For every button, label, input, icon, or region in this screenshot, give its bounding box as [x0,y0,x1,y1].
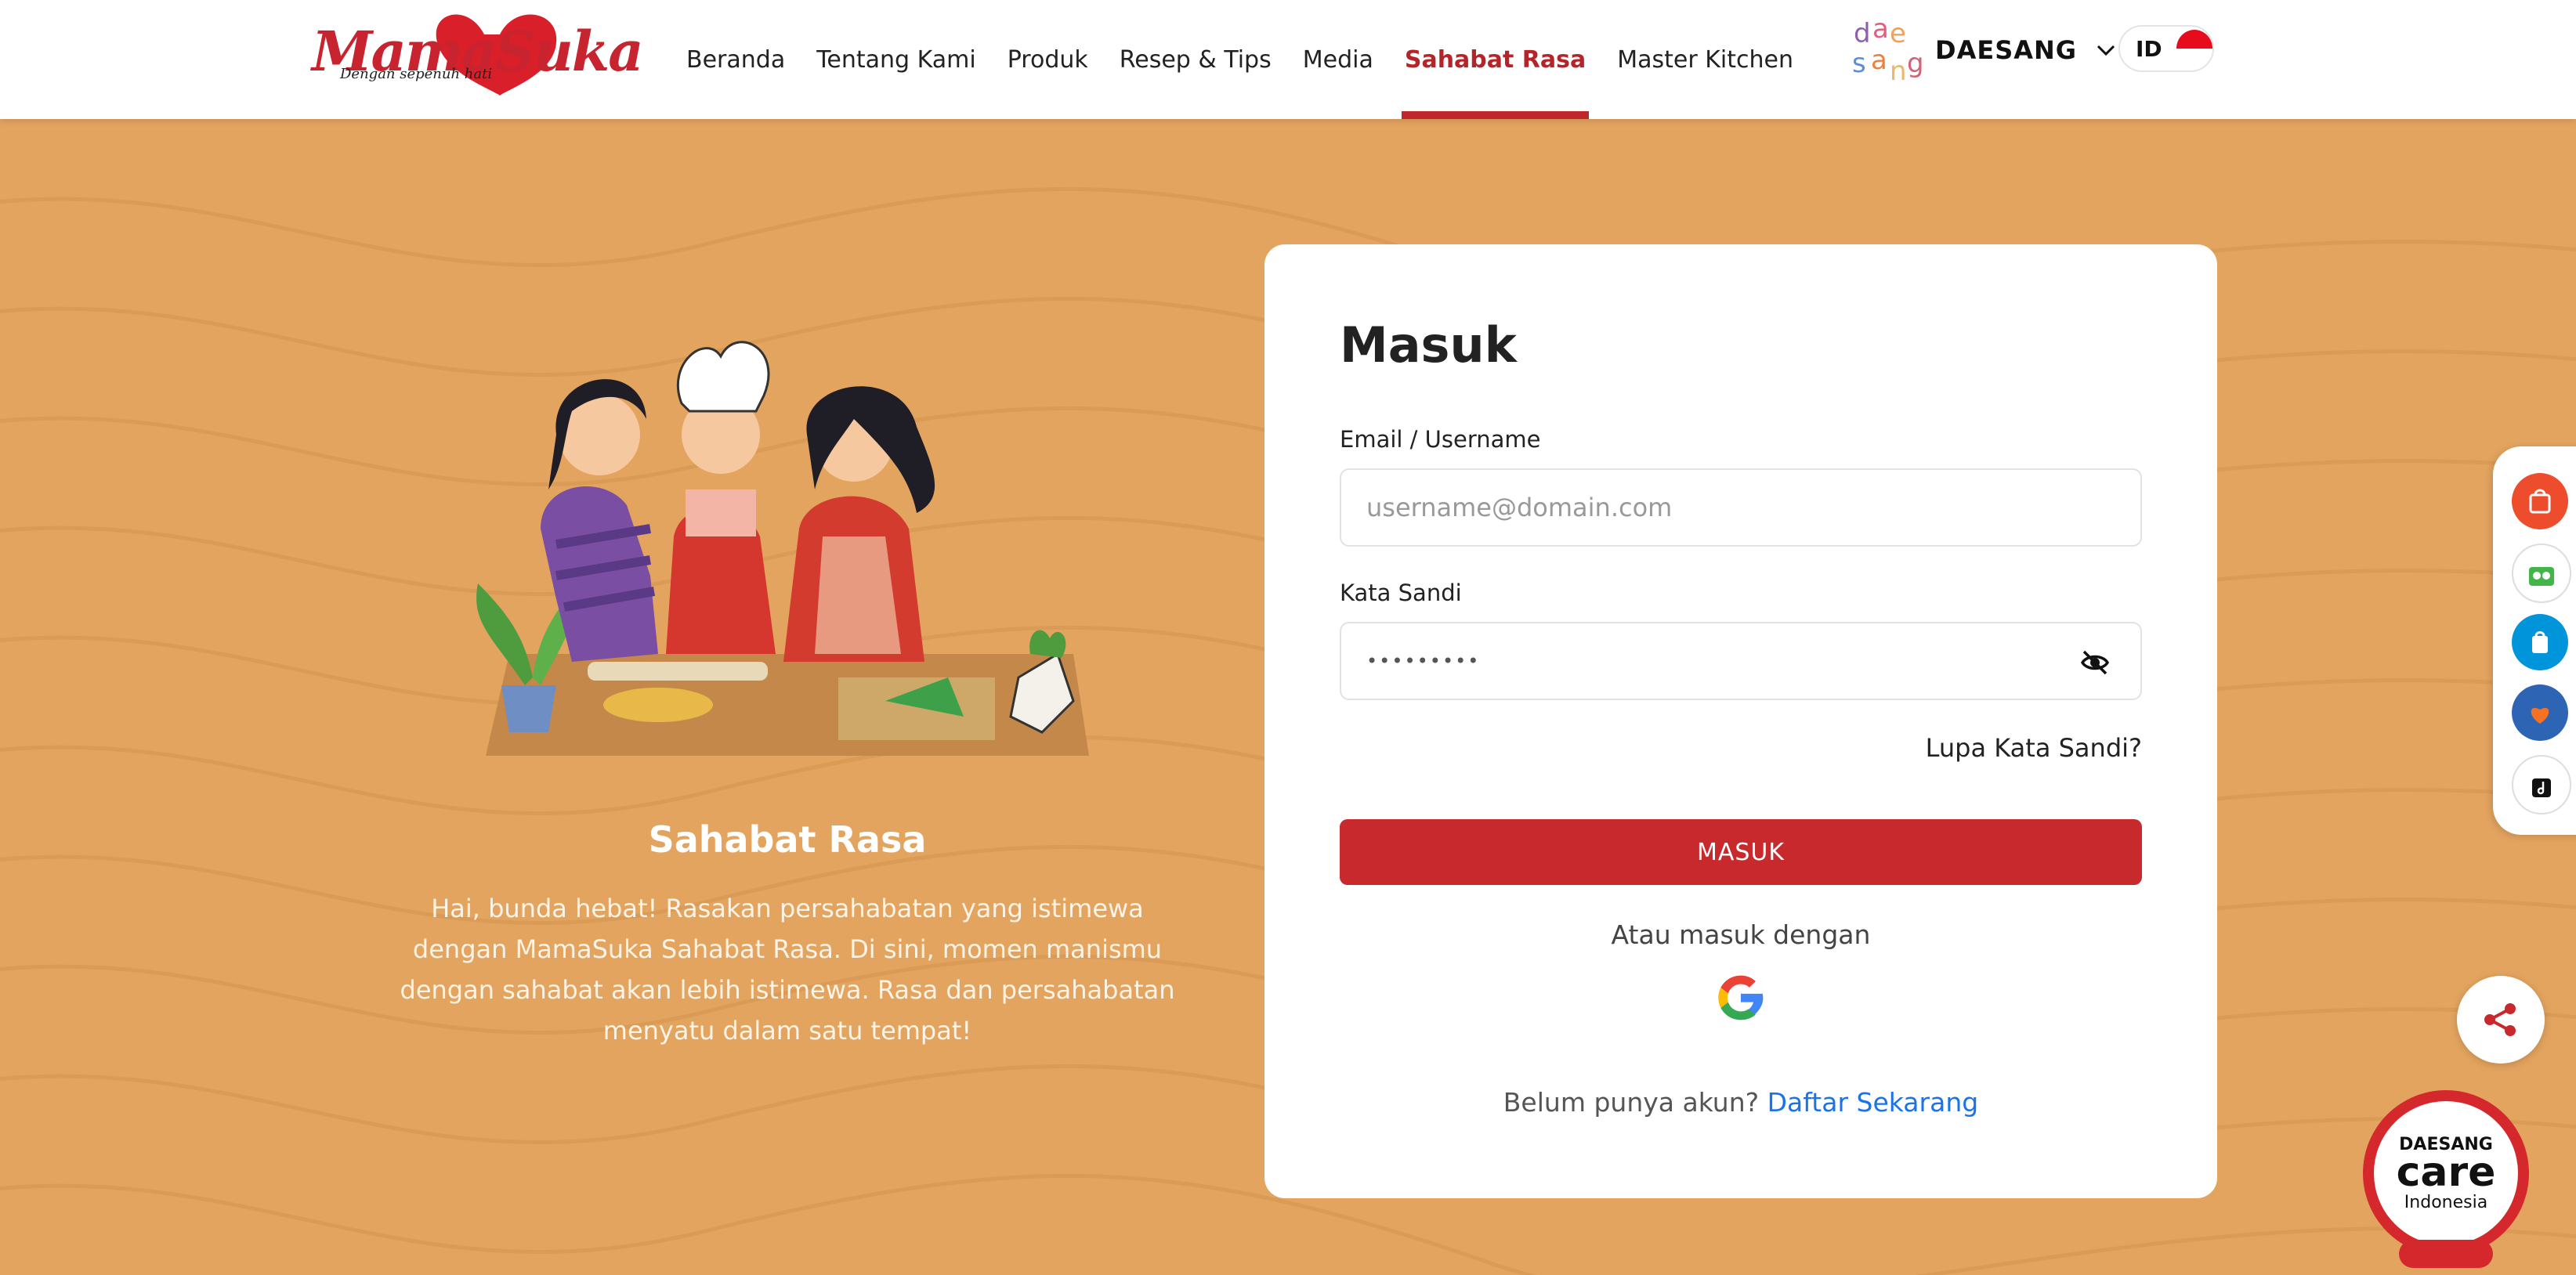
signup-row: Belum punya akun? Daftar Sekarang [1264,1087,2217,1118]
language-switcher[interactable]: ID [2118,25,2214,72]
login-button[interactable]: MASUK [1340,819,2142,885]
share-icon [2484,1003,2516,1036]
nav-item-tentang-kami[interactable]: Tentang Kami [816,0,976,119]
care-line2: care [2397,1149,2496,1196]
svg-text:a: a [1872,14,1889,45]
nav-item-beranda[interactable]: Beranda [686,0,785,119]
daesang-care-badge[interactable]: DAESANG care Indonesia [2352,1087,2540,1275]
svg-text:d: d [1854,18,1871,49]
blibli-icon[interactable] [2512,614,2568,670]
main-nav: Beranda Tentang Kami Produk Resep & Tips… [686,0,1825,119]
password-label: Kata Sandi [1340,580,1462,606]
login-card: Masuk Email / Username username@domain.c… [1264,244,2217,1198]
email-input[interactable]: username@domain.com [1340,468,2142,547]
daesang-dropdown[interactable]: d a e s a n g DAESANG [1851,14,2116,86]
site-header: MamaSuka Dengan sepenuh hati Beranda Ten… [0,0,2576,119]
svg-text:a: a [1871,45,1887,76]
language-code: ID [2136,35,2162,62]
nav-item-master-kitchen[interactable]: Master Kitchen [1617,0,1793,119]
nav-item-media[interactable]: Media [1303,0,1373,119]
nav-item-sahabat-rasa[interactable]: Sahabat Rasa [1401,0,1590,119]
svg-text:g: g [1907,48,1924,79]
care-line3: Indonesia [2404,1193,2487,1212]
password-input[interactable]: ••••••••• [1340,622,2142,700]
nav-item-produk[interactable]: Produk [1008,0,1088,119]
tokopedia-icon[interactable] [2512,544,2571,603]
email-placeholder: username@domain.com [1366,493,1673,522]
alt-login-text: Atau masuk dengan [1611,919,1871,950]
logo-tagline: Dengan sepenuh hati [340,66,493,82]
daesang-logo-icon: d a e s a n g [1852,14,1924,86]
email-label: Email / Username [1340,426,1541,453]
signup-link[interactable]: Daftar Sekarang [1767,1087,1979,1118]
login-title: Masuk [1340,316,1517,374]
indonesia-flag-icon [2176,30,2212,67]
lazada-icon[interactable] [2512,684,2568,741]
password-value: ••••••••• [1366,650,1481,672]
intro-description: Hai, bunda hebat! Rasakan persahabatan y… [400,894,1175,1046]
shopee-icon[interactable] [2512,473,2568,529]
marketplace-panel [2493,446,2576,835]
chevron-down-icon [2097,45,2115,56]
intro-title: Sahabat Rasa [648,818,927,861]
nav-item-resep-tips[interactable]: Resep & Tips [1120,0,1272,119]
signup-prompt: Belum punya akun? [1503,1087,1760,1118]
svg-text:n: n [1890,56,1907,86]
daesang-label: DAESANG [1935,35,2078,65]
friends-cooking-illustration [476,341,1089,756]
google-icon[interactable] [1714,971,1767,1024]
eye-slash-icon[interactable] [2079,647,2111,678]
share-button[interactable] [2457,976,2545,1064]
svg-text:e: e [1890,18,1906,49]
tiktok-shop-icon[interactable] [2512,755,2571,814]
forgot-password-link[interactable]: Lupa Kata Sandi? [1926,733,2142,763]
svg-text:s: s [1852,48,1866,79]
